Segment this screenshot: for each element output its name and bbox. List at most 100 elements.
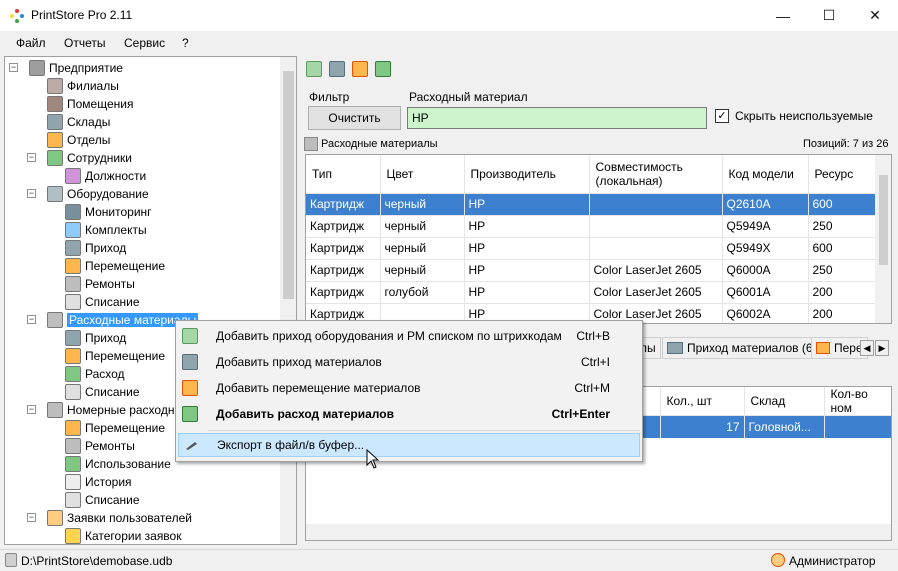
tree-item[interactable]: Помещения [47, 95, 133, 113]
tree-item-label: Филиалы [67, 79, 119, 93]
column-header-color[interactable]: Цвет [380, 155, 465, 194]
tab-label: Пере [834, 341, 863, 355]
column-header-compatibility[interactable]: Совместимость (локальная) [589, 155, 723, 194]
tree-item[interactable]: Перемещение [65, 419, 165, 437]
tree-item[interactable]: Мониторинг [65, 203, 152, 221]
maximize-button[interactable]: ☐ [806, 0, 852, 31]
tree-item-label: Списание [85, 493, 140, 507]
truck-icon[interactable] [329, 61, 345, 77]
detail-horizontal-scrollbar[interactable] [306, 524, 891, 540]
column-header-manufacturer[interactable]: Производитель [464, 155, 590, 194]
grid-cell: Картридж [306, 193, 381, 216]
tree-item[interactable]: Заявки пользователей [47, 509, 192, 527]
tree-item[interactable]: Должности [65, 167, 146, 185]
tree-item[interactable]: Расход [65, 365, 125, 383]
grid-cell: HP [464, 281, 590, 304]
tree-item[interactable]: Ремонты [65, 437, 135, 455]
tree-item[interactable]: Отделы [47, 131, 110, 149]
grid-cell: черный [380, 259, 465, 282]
tab-scroll-right-icon[interactable]: ▶ [875, 340, 889, 356]
table-row[interactable]: Картридж черный HP Q5949X 600 [306, 237, 879, 260]
column-header-type[interactable]: Тип [306, 155, 381, 194]
column-header-model-code[interactable]: Код модели [722, 155, 809, 194]
hide-unused-checkbox[interactable]: ✓ [715, 109, 729, 123]
close-icon: ✕ [869, 7, 881, 23]
tab-scroll-left-icon[interactable]: ◀ [860, 340, 874, 356]
menu-item-export[interactable]: Экспорт в файл/в буфер... [178, 433, 640, 457]
tree-item[interactable]: Предприятие [29, 59, 123, 77]
table-row[interactable]: Картридж черный HP Q5949A 250 [306, 215, 879, 238]
tree-item-label: Использование [85, 457, 171, 471]
tree-item[interactable]: Приход [65, 329, 126, 347]
tree-item[interactable]: Комплекты [65, 221, 147, 239]
pen-icon [183, 437, 199, 453]
cart-icon[interactable] [352, 61, 368, 77]
tree-item[interactable]: Филиалы [47, 77, 119, 95]
close-button[interactable]: ✕ [852, 0, 898, 31]
history-icon [65, 474, 81, 490]
tree-item[interactable]: Списание [65, 491, 140, 509]
column-header-warehouse[interactable]: Склад [744, 387, 825, 416]
tree-expander[interactable]: − [27, 315, 36, 324]
menu-service[interactable]: Сервис [124, 36, 165, 50]
tree-item[interactable]: Использование [65, 455, 171, 473]
table-row[interactable]: Картридж черный HP Q2610A 600 [306, 193, 879, 216]
consumption-icon[interactable] [375, 61, 391, 77]
tree-scroll-thumb[interactable] [283, 71, 294, 299]
menu-item-add-barcode-income[interactable]: Добавить приход оборудования и РМ списко… [178, 324, 640, 348]
truck-icon [667, 342, 683, 354]
tree-item-label: Ремонты [85, 277, 135, 291]
tree-expander[interactable]: − [27, 513, 36, 522]
menu-reports[interactable]: Отчеты [64, 36, 105, 50]
tree-item[interactable]: Перемещение [65, 257, 165, 275]
cart-icon [65, 348, 81, 364]
tree-item[interactable]: Списание [65, 383, 140, 401]
table-row[interactable]: Картридж голубой HP Color LaserJet 2605 Q600… [306, 281, 879, 304]
menu-item-add-material-consumption[interactable]: Добавить расход материалов Ctrl+Enter [178, 402, 640, 426]
tree-item[interactable]: Склады [47, 113, 110, 131]
grid-cell: голубой [380, 281, 465, 304]
clear-filter-button[interactable]: Очистить [308, 106, 401, 130]
tree-item[interactable]: Категории заявок [65, 527, 182, 544]
tree-scrollbar[interactable] [280, 57, 296, 544]
column-header-serial-count[interactable]: Кол-во ном [824, 387, 891, 416]
table-row[interactable]: Картридж черный HP Color LaserJet 2605 Q6000… [306, 259, 879, 282]
tree-item-label: Категории заявок [85, 529, 182, 543]
tree-item[interactable]: Перемещение [65, 347, 165, 365]
serial-consumables-icon [47, 402, 63, 418]
tree-expander[interactable]: − [9, 63, 18, 72]
tree-item[interactable]: Ремонты [65, 275, 135, 293]
tab-material-income[interactable]: Приход материалов (6) [662, 337, 822, 359]
menu-item-add-material-movement[interactable]: Добавить перемещение материалов Ctrl+M [178, 376, 640, 400]
warehouse-cell: Головной... [744, 415, 825, 438]
material-filter-input[interactable]: HP [407, 107, 707, 129]
grid-scroll-thumb[interactable] [879, 175, 888, 265]
tree-item[interactable]: Номерные расходн [47, 401, 174, 419]
column-header-resource[interactable]: Ресурс [808, 155, 879, 194]
tree-expander[interactable]: − [27, 189, 36, 198]
requests-icon [47, 510, 63, 526]
tree-item[interactable]: Списание [65, 293, 140, 311]
menu-help[interactable]: ? [182, 36, 189, 50]
menu-separator [208, 430, 640, 431]
tree-item[interactable]: Приход [65, 239, 126, 257]
tree-item[interactable]: Оборудование [47, 185, 149, 203]
column-header-quantity[interactable]: Кол., шт [660, 387, 745, 416]
building-icon [29, 60, 45, 76]
tree-expander[interactable]: − [27, 405, 36, 414]
tree-item[interactable]: Сотрудники [47, 149, 132, 167]
tree-expander[interactable]: − [27, 153, 36, 162]
grid-cell [589, 193, 723, 216]
tree-item[interactable]: История [65, 473, 132, 491]
minimize-button[interactable]: — [760, 0, 806, 31]
grid-scrollbar[interactable] [875, 155, 891, 323]
current-user: Администратор [789, 554, 876, 568]
menu-item-add-material-income[interactable]: Добавить приход материалов Ctrl+I [178, 350, 640, 374]
menu-item-label: Экспорт в файл/в буфер... [217, 438, 365, 452]
cart-icon [816, 342, 830, 354]
grid-cell: HP [464, 215, 590, 238]
menu-file[interactable]: Файл [16, 36, 46, 50]
department-icon [47, 132, 63, 148]
add-icon[interactable] [306, 61, 322, 77]
grid-cell: HP [464, 237, 590, 260]
